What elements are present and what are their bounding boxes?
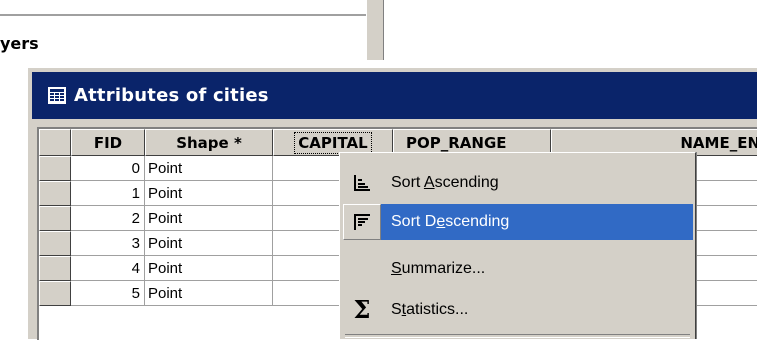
cell-shape[interactable]: Point bbox=[145, 156, 273, 181]
window-titlebar[interactable]: Attributes of cities bbox=[32, 72, 757, 119]
cell-shape[interactable]: Point bbox=[145, 181, 273, 206]
column-context-menu: Sort Ascending Sort Descending Summarize… bbox=[339, 152, 696, 339]
sigma-icon: Σ bbox=[353, 295, 371, 324]
row-selector[interactable] bbox=[39, 181, 71, 206]
menu-item-statistics[interactable]: Σ Statistics... bbox=[343, 292, 693, 328]
cell-fid[interactable]: 5 bbox=[71, 281, 145, 306]
cell-fid[interactable]: 4 bbox=[71, 256, 145, 281]
cell-shape[interactable]: Point bbox=[145, 231, 273, 256]
layers-label: yers bbox=[0, 34, 39, 53]
cell-fid[interactable]: 0 bbox=[71, 156, 145, 181]
table-icon bbox=[48, 87, 66, 104]
cell-shape[interactable]: Point bbox=[145, 206, 273, 231]
menu-item-label: Sort Descending bbox=[391, 213, 510, 230]
sort-ascending-icon bbox=[343, 165, 381, 201]
row-selector[interactable] bbox=[39, 156, 71, 181]
menu-item-sort-ascending[interactable]: Sort Ascending bbox=[343, 165, 693, 201]
menu-item-sort-descending[interactable]: Sort Descending bbox=[343, 204, 693, 240]
menu-separator bbox=[345, 334, 690, 338]
menu-item-label: Sort Ascending bbox=[391, 174, 499, 191]
toc-divider bbox=[0, 14, 366, 17]
cell-shape[interactable]: Point bbox=[145, 281, 273, 306]
header-corner[interactable] bbox=[39, 129, 71, 156]
column-header-fid[interactable]: FID bbox=[71, 129, 145, 156]
menu-item-summarize[interactable]: Summarize... bbox=[343, 251, 693, 287]
row-selector[interactable] bbox=[39, 231, 71, 256]
menu-item-label: Statistics... bbox=[391, 301, 469, 318]
window-title: Attributes of cities bbox=[74, 85, 269, 106]
column-header-shape[interactable]: Shape * bbox=[145, 129, 273, 156]
cell-fid[interactable]: 3 bbox=[71, 231, 145, 256]
row-selector[interactable] bbox=[39, 206, 71, 231]
toc-scrollbar[interactable] bbox=[366, 0, 384, 60]
sort-descending-icon bbox=[343, 204, 381, 240]
row-selector[interactable] bbox=[39, 256, 71, 281]
menu-item-label: Summarize... bbox=[391, 260, 486, 277]
table-of-contents-panel: yers bbox=[0, 0, 384, 60]
blank-icon-slot bbox=[343, 251, 381, 287]
cell-fid[interactable]: 2 bbox=[71, 206, 145, 231]
cell-shape[interactable]: Point bbox=[145, 256, 273, 281]
row-selector[interactable] bbox=[39, 281, 71, 306]
cell-fid[interactable]: 1 bbox=[71, 181, 145, 206]
